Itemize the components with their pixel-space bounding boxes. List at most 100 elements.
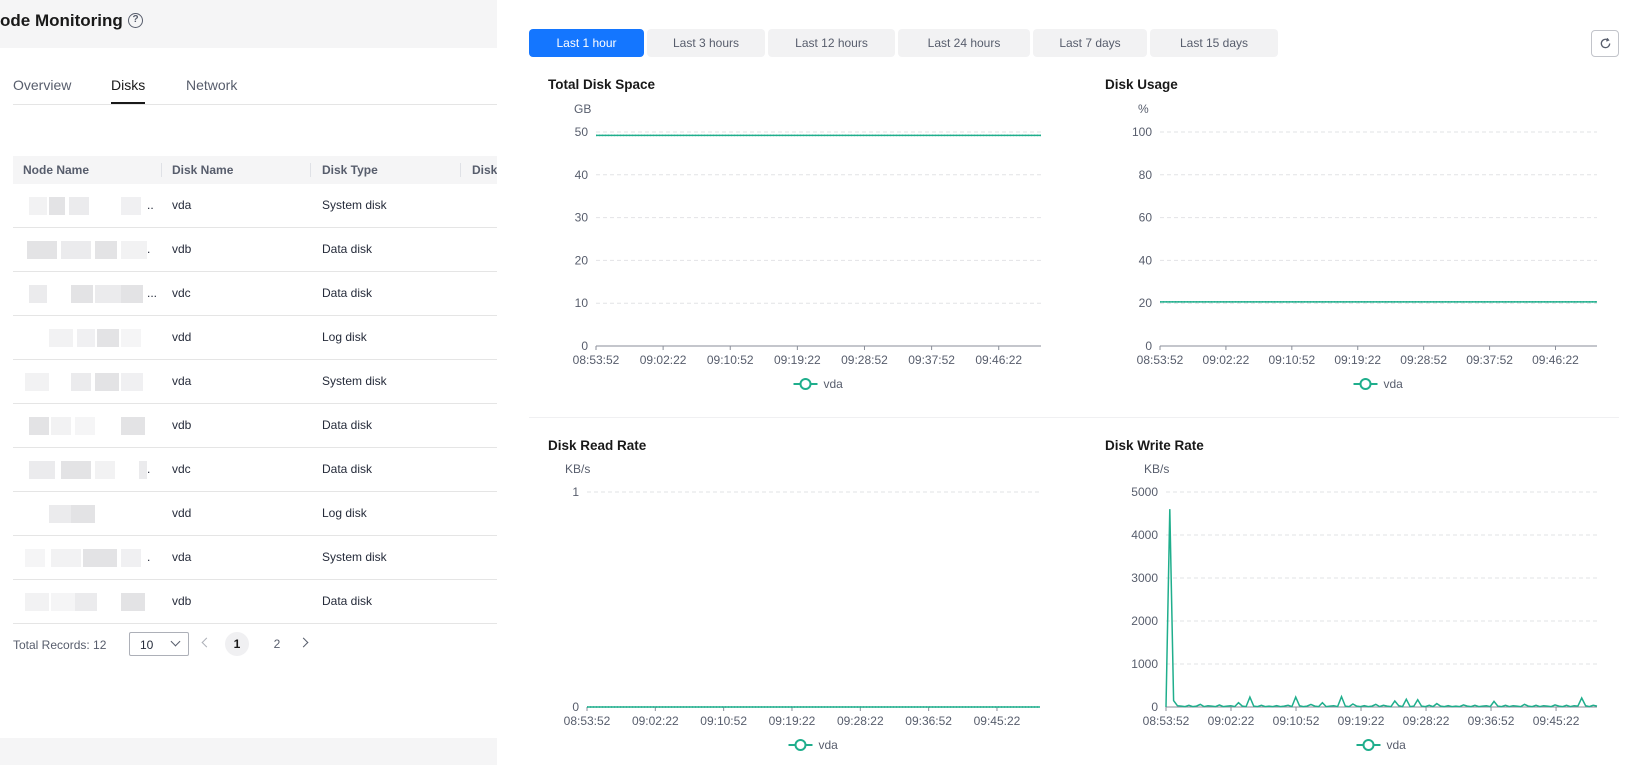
masked-node-name xyxy=(21,329,147,347)
table-row[interactable]: vdd Log disk xyxy=(13,316,497,360)
masked-node-name xyxy=(21,241,147,259)
y-tick-label: 40 xyxy=(575,168,589,182)
range-last-7-days[interactable]: Last 7 days xyxy=(1033,29,1147,57)
y-axis-unit: GB xyxy=(574,102,591,116)
tab-bar: Overview Disks Network xyxy=(13,75,497,105)
tab-disks[interactable]: Disks xyxy=(111,77,146,104)
column-node-name[interactable]: Node Name xyxy=(23,163,89,177)
range-last-24-hours[interactable]: Last 24 hours xyxy=(898,29,1030,57)
column-divider xyxy=(310,163,311,177)
disk-name-cell: vdb xyxy=(172,242,192,256)
x-tick-label: 09:37:52 xyxy=(908,353,955,367)
disk-name-cell: vdb xyxy=(172,594,192,608)
range-last-3-hours[interactable]: Last 3 hours xyxy=(647,29,765,57)
masked-node-name xyxy=(21,593,147,611)
table-row[interactable]: . vdc Data disk xyxy=(13,448,497,492)
table-row[interactable]: . vda System disk xyxy=(13,536,497,580)
column-disk-name[interactable]: Disk Name xyxy=(172,163,233,177)
y-axis-unit: % xyxy=(1138,102,1149,116)
legend-marker-icon xyxy=(799,378,812,390)
chevron-left-icon[interactable] xyxy=(201,637,212,648)
range-last-1-hour[interactable]: Last 1 hour xyxy=(529,29,644,57)
y-tick-label: 60 xyxy=(1139,211,1153,225)
node-name-cell: . xyxy=(147,550,151,564)
range-last-15-days[interactable]: Last 15 days xyxy=(1150,29,1278,57)
disk-name-cell: vda xyxy=(172,374,192,388)
table-row[interactable]: vda System disk xyxy=(13,360,497,404)
y-tick-label: 30 xyxy=(575,211,589,225)
column-divider xyxy=(460,163,461,177)
disk-type-cell: System disk xyxy=(322,550,387,564)
disk-type-cell: System disk xyxy=(322,374,387,388)
table-row[interactable]: . vdb Data disk xyxy=(13,228,497,272)
table-row[interactable]: vdb Data disk xyxy=(13,404,497,448)
page-number-2[interactable]: 2 xyxy=(265,632,289,656)
disk-type-cell: Log disk xyxy=(322,330,367,344)
refresh-button[interactable] xyxy=(1591,30,1619,57)
y-tick-label: 100 xyxy=(1132,125,1152,139)
x-tick-label: 09:36:52 xyxy=(905,714,952,728)
masked-node-name xyxy=(21,373,147,391)
y-tick-label: 0 xyxy=(572,700,579,714)
legend-label: vda xyxy=(1384,377,1404,391)
masked-node-name xyxy=(21,417,147,435)
y-tick-label: 2000 xyxy=(1131,614,1158,628)
help-circle-icon[interactable]: ? xyxy=(128,13,143,28)
disk-type-cell: System disk xyxy=(322,198,387,212)
disk-type-cell: Data disk xyxy=(322,418,373,432)
masked-node-name xyxy=(21,549,147,567)
page-size-select[interactable]: 10 xyxy=(129,632,189,656)
x-tick-label: 09:02:22 xyxy=(1203,353,1250,367)
x-tick-label: 09:19:22 xyxy=(774,353,821,367)
y-tick-label: 1000 xyxy=(1131,657,1158,671)
series-line-vda xyxy=(1165,509,1598,708)
y-tick-label: 10 xyxy=(575,296,589,310)
background-page: ode Monitoring ? Overview Disks Network … xyxy=(0,0,497,765)
chart-disk-usage: Disk Usage% 0 20 40 60 80 100 08:53:52 09:02:22 0… xyxy=(1105,77,1638,397)
masked-node-name xyxy=(21,285,147,303)
x-tick-label: 09:28:52 xyxy=(841,353,888,367)
table-row[interactable]: vdb Data disk xyxy=(13,580,497,624)
chart-plot: GB 0 10 20 30 40 50 08:53:52 09:02:22 09:10:52 09:… xyxy=(573,102,1041,391)
y-tick-label: 1 xyxy=(572,485,579,499)
y-axis-unit: KB/s xyxy=(1144,462,1169,476)
disk-type-cell: Data disk xyxy=(322,462,373,476)
x-tick-label: 09:19:22 xyxy=(769,714,816,728)
pagination: Total Records: 12 10 1 2 xyxy=(13,632,497,658)
range-last-12-hours[interactable]: Last 12 hours xyxy=(768,29,895,57)
page-size-value: 10 xyxy=(140,638,154,652)
table-header: Node Name Disk Name Disk Type Disk xyxy=(13,156,497,184)
table-row[interactable]: vdd Log disk xyxy=(13,492,497,536)
disk-name-cell: vdc xyxy=(172,462,191,476)
x-tick-label: 08:53:52 xyxy=(1143,714,1190,728)
x-tick-label: 09:46:22 xyxy=(1532,353,1579,367)
chevron-right-icon[interactable] xyxy=(298,637,309,648)
legend-marker-icon xyxy=(1362,739,1375,751)
column-divider xyxy=(161,163,162,177)
disk-name-cell: vda xyxy=(172,550,192,564)
x-tick-label: 09:10:52 xyxy=(1273,714,1320,728)
x-tick-label: 09:10:52 xyxy=(1268,353,1315,367)
x-tick-label: 09:45:22 xyxy=(974,714,1021,728)
refresh-icon xyxy=(1600,37,1611,49)
disk-name-cell: vda xyxy=(172,198,192,212)
disk-table: Node Name Disk Name Disk Type Disk .. vda… xyxy=(13,156,497,624)
chart-plot: % 0 20 40 60 80 100 08:53:52 09:02:22 09:10:52 09:… xyxy=(1132,102,1597,391)
y-tick-label: 4000 xyxy=(1131,528,1158,542)
y-tick-label: 0 xyxy=(581,339,588,353)
page-number-1[interactable]: 1 xyxy=(225,632,249,656)
node-name-cell: .. xyxy=(147,198,154,212)
total-records: Total Records: 12 xyxy=(13,638,107,652)
legend-marker-icon xyxy=(1359,378,1372,390)
chart-disk-read-rate: Disk Read Rate KB/s 0 1 08:53:52 09:02:22 09:1… xyxy=(548,438,1088,758)
x-tick-label: 09:02:22 xyxy=(640,353,687,367)
tab-overview[interactable]: Overview xyxy=(13,77,71,93)
x-tick-label: 09:10:52 xyxy=(707,353,754,367)
table-row[interactable]: ... vdc Data disk xyxy=(13,272,497,316)
tab-network[interactable]: Network xyxy=(186,77,237,93)
chart-total-disk-space: Total Disk Space GB 0 10 20 30 40 50 08:53:52 09:… xyxy=(548,77,1088,397)
table-row[interactable]: .. vda System disk xyxy=(13,184,497,228)
column-disk-type[interactable]: Disk Type xyxy=(322,163,378,177)
column-disk[interactable]: Disk xyxy=(472,163,497,177)
y-tick-label: 5000 xyxy=(1131,485,1158,499)
